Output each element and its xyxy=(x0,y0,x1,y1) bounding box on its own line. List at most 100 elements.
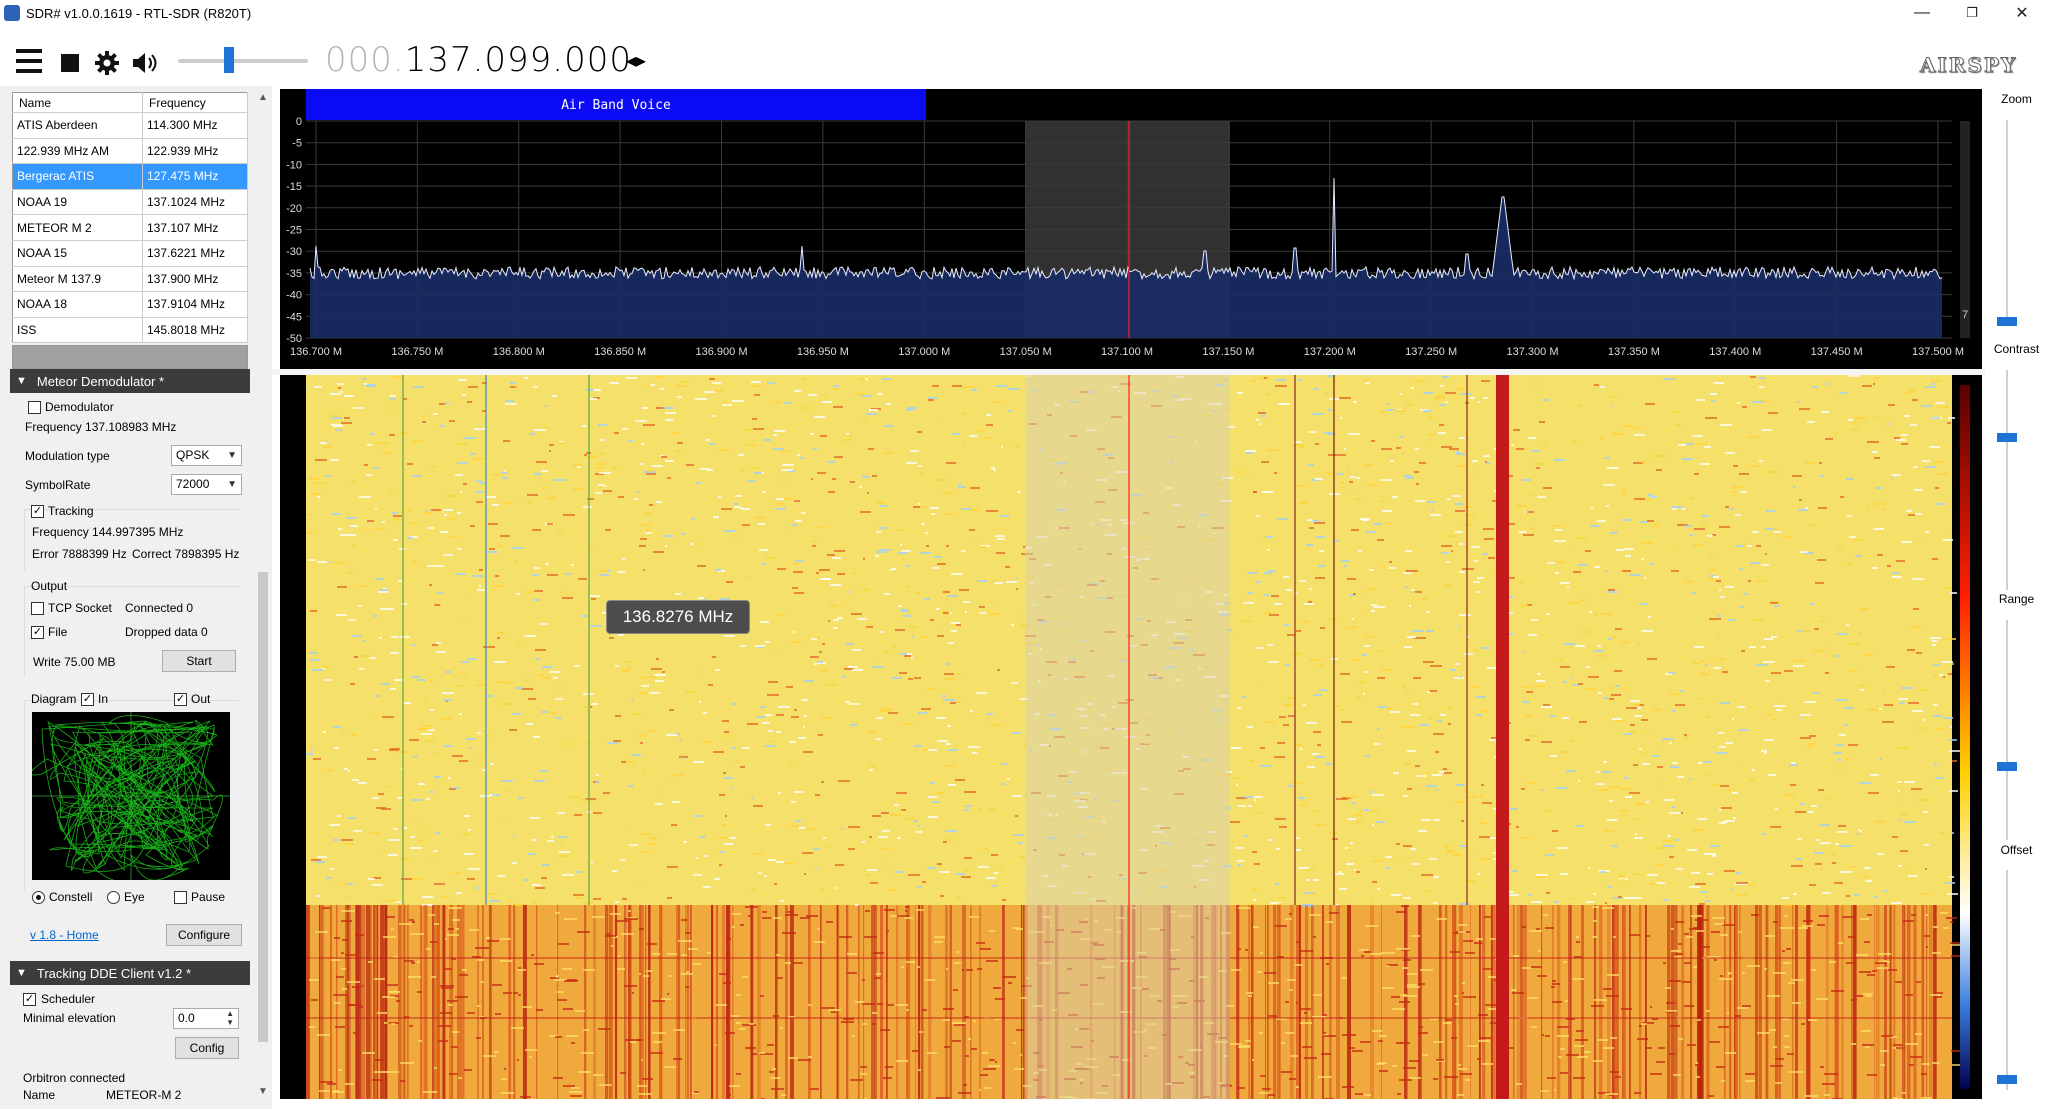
freq-tick-label: 137.000 M xyxy=(898,346,950,358)
frequency-list: Name Frequency ATIS Aberdeen 114.300 MHz … xyxy=(12,92,248,344)
stop-icon[interactable] xyxy=(55,48,85,78)
constellation-diagram xyxy=(30,712,230,884)
contrast-slider-thumb[interactable] xyxy=(1997,433,2017,442)
chevron-down-icon: ▼ xyxy=(227,479,237,490)
zoom-slider-track[interactable] xyxy=(2006,120,2008,325)
offset-slider-track[interactable] xyxy=(2006,870,2008,1090)
volume-slider-thumb[interactable] xyxy=(224,47,234,73)
table-row[interactable]: ATIS Aberdeen 114.300 MHz xyxy=(12,112,248,139)
table-row-selected[interactable]: Bergerac ATIS 127.475 MHz xyxy=(12,163,248,190)
close-button[interactable]: ✕ xyxy=(1999,0,2045,26)
configure-button[interactable]: Configure xyxy=(166,924,242,946)
freq-tick-label: 137.450 M xyxy=(1811,346,1863,358)
satellite-name-label: Name xyxy=(23,1088,56,1102)
minimal-elevation-value: 0.0 xyxy=(178,1011,195,1025)
minimal-elevation-label: Minimal elevation xyxy=(23,1011,116,1025)
frequency-step-arrows[interactable]: ◂▸ xyxy=(626,48,646,73)
row-frequency: 145.8018 MHz xyxy=(142,317,248,344)
gear-icon[interactable] xyxy=(92,48,122,78)
waterfall-filter-overlay[interactable] xyxy=(1025,375,1230,1099)
tracking-frequency-text: Frequency 144.997395 MHz xyxy=(32,525,184,539)
freq-tick-label: 137.050 M xyxy=(1000,346,1052,358)
freq-tick-label: 136.800 M xyxy=(493,346,545,358)
scroll-up-arrow[interactable]: ▲ xyxy=(258,92,268,103)
file-checkbox[interactable]: ✓ xyxy=(31,626,44,639)
freq-tick-label: 137.200 M xyxy=(1304,346,1356,358)
eye-radio[interactable] xyxy=(107,891,120,904)
column-header-name[interactable]: Name xyxy=(12,92,143,113)
table-row[interactable]: NOAA 15 137.6221 MHz xyxy=(12,240,248,267)
zoom-slider-thumb[interactable] xyxy=(1997,317,2017,326)
db-tick-label: -20 xyxy=(286,203,302,215)
freq-tick-label: 137.100 M xyxy=(1101,346,1153,358)
scheduler-label: Scheduler xyxy=(41,992,96,1006)
home-link[interactable]: v 1.8 - Home xyxy=(30,928,99,942)
diagram-out-checkbox[interactable]: ✓ xyxy=(174,693,187,706)
spectrum-analyzer[interactable]: Air Band Voice 0 -5 -10 -15 -20 -25 -30 -35 -40 -4… xyxy=(280,89,1982,369)
table-row[interactable]: Meteor M 137.9 137.900 MHz xyxy=(12,266,248,293)
range-label: Range xyxy=(1998,592,2035,606)
offset-slider-thumb[interactable] xyxy=(1997,1075,2017,1084)
restore-button[interactable]: ❐ xyxy=(1949,0,1995,26)
db-tick-label: -45 xyxy=(286,311,302,323)
range-slider-thumb[interactable] xyxy=(1997,762,2017,771)
demod-frequency-text: Frequency 137.108983 MHz xyxy=(25,420,177,434)
frequency-value: 137.099.000 xyxy=(404,40,633,80)
band-plan-label: Air Band Voice xyxy=(561,98,671,113)
scheduler-checkbox[interactable]: ✓ xyxy=(23,993,36,1006)
collapse-triangle-icon[interactable]: ▼ xyxy=(16,375,27,387)
db-tick-label: -10 xyxy=(286,159,302,171)
table-row[interactable]: ISS 145.8018 MHz xyxy=(12,317,248,344)
config-button[interactable]: Config xyxy=(175,1037,239,1059)
collapse-triangle-icon[interactable]: ▼ xyxy=(16,967,27,979)
volume-slider-track[interactable] xyxy=(178,59,308,63)
window-title: SDR# v1.0.0.1619 - RTL-SDR (R820T) xyxy=(26,5,252,21)
row-frequency: 137.9104 MHz xyxy=(142,291,248,318)
row-frequency: 137.6221 MHz xyxy=(142,240,248,267)
symbolrate-select[interactable]: 72000 ▼ xyxy=(171,474,242,495)
start-button[interactable]: Start xyxy=(162,650,236,672)
column-header-frequency[interactable]: Frequency xyxy=(142,92,248,113)
table-row[interactable]: NOAA 19 137.1024 MHz xyxy=(12,189,248,216)
waterfall-display[interactable] xyxy=(280,375,1982,1099)
db-tick-label: 0 xyxy=(296,116,302,128)
constell-radio[interactable] xyxy=(32,891,45,904)
pause-checkbox[interactable] xyxy=(174,891,187,904)
spinner-arrows-icon[interactable]: ▲ ▼ xyxy=(226,1009,234,1027)
left-panel-scrollbar[interactable]: ▲ ▼ xyxy=(254,86,272,1109)
row-frequency: 137.1024 MHz xyxy=(142,189,248,216)
table-row[interactable]: NOAA 18 137.9104 MHz xyxy=(12,291,248,318)
range-slider-track[interactable] xyxy=(2006,620,2008,840)
minimal-elevation-input[interactable]: 0.0 ▲ ▼ xyxy=(173,1008,239,1029)
tcp-socket-checkbox[interactable] xyxy=(31,602,44,615)
row-name: 122.939 MHz AM xyxy=(12,138,143,165)
diagram-in-checkbox[interactable]: ✓ xyxy=(81,693,94,706)
strong-signal-trace xyxy=(1496,375,1509,1099)
db-tick-label: -40 xyxy=(286,290,302,302)
frequency-display[interactable]: 000.137.099.000 xyxy=(325,40,632,80)
spectrum-side-value: 7 xyxy=(1962,309,1968,321)
diagram-in-label: In xyxy=(98,692,109,706)
meteor-demodulator-header[interactable]: ▼ Meteor Demodulator * xyxy=(10,369,250,393)
tracking-checkbox[interactable]: ✓ xyxy=(31,505,44,518)
tracking-dde-header[interactable]: ▼ Tracking DDE Client v1.2 * xyxy=(10,961,250,985)
row-frequency: 127.475 MHz xyxy=(142,163,248,190)
hamburger-icon[interactable] xyxy=(14,46,44,76)
scrollbar-thumb[interactable] xyxy=(258,572,268,1042)
contrast-slider-track[interactable] xyxy=(2006,370,2008,590)
row-frequency: 114.300 MHz xyxy=(142,112,248,139)
modulation-type-label: Modulation type xyxy=(25,449,110,463)
table-row[interactable]: METEOR M 2 137.107 MHz xyxy=(12,214,248,241)
correct-text: Correct 7898395 Hz xyxy=(132,547,240,561)
row-name: Meteor M 137.9 xyxy=(12,266,143,293)
scroll-down-arrow[interactable]: ▼ xyxy=(258,1086,268,1097)
minimize-button[interactable]: — xyxy=(1899,0,1945,26)
output-label: Output xyxy=(31,579,68,593)
table-row[interactable]: 122.939 MHz AM 122.939 MHz xyxy=(12,138,248,165)
file-label: File xyxy=(48,625,68,639)
freq-tick-label: 137.500 M xyxy=(1912,346,1964,358)
demodulator-checkbox[interactable] xyxy=(28,401,41,414)
speaker-icon[interactable] xyxy=(130,48,160,78)
spectrum-side-bar[interactable] xyxy=(1960,121,1970,338)
modulation-type-select[interactable]: QPSK ▼ xyxy=(171,445,242,466)
